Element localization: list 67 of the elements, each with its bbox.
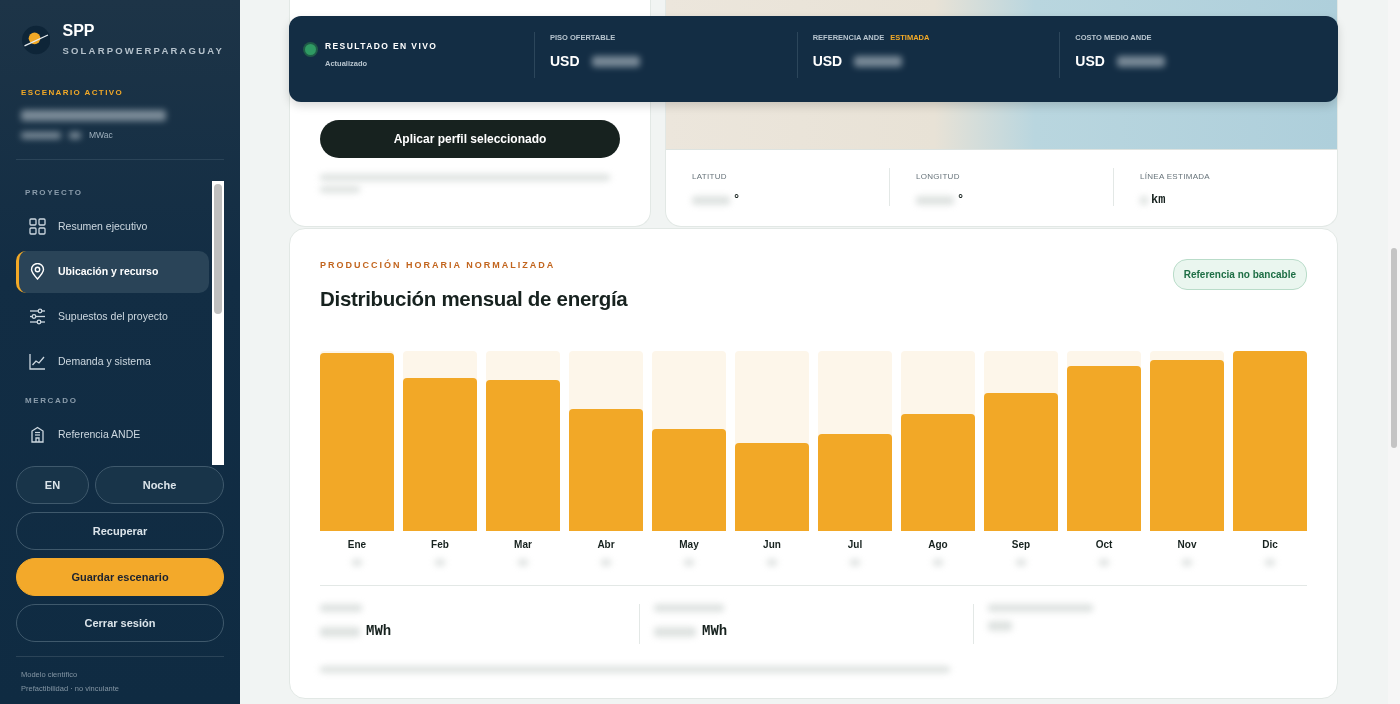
eyebrow-label: PRODUCCIÓN HORARIA NORMALIZADA bbox=[320, 259, 557, 272]
brand-name: SPP bbox=[62, 22, 96, 40]
section-label: PROYECTO bbox=[24, 186, 84, 199]
sun-logo-icon bbox=[22, 23, 51, 57]
nav-label: Ubicación y recurso bbox=[58, 263, 159, 279]
building-icon bbox=[29, 426, 46, 444]
nav-label: Supuestos del proyecto bbox=[58, 308, 168, 324]
blurred-text bbox=[854, 56, 903, 68]
blurred-text bbox=[591, 56, 640, 68]
month-label: Ago bbox=[928, 538, 948, 553]
month-label: Nov bbox=[1177, 538, 1197, 553]
month-label: Jun bbox=[763, 538, 781, 553]
apply-profile-button[interactable]: Aplicar perfil seleccionado bbox=[320, 120, 620, 158]
capacity-unit: MWac bbox=[89, 129, 113, 142]
month-label: May bbox=[679, 538, 699, 553]
scrollbar[interactable] bbox=[212, 180, 224, 465]
unit-label: ° bbox=[733, 192, 741, 209]
month-label: Oct bbox=[1095, 538, 1113, 553]
unit-label: ° bbox=[957, 192, 965, 209]
grid-icon bbox=[29, 218, 46, 236]
blurred-text bbox=[916, 195, 954, 205]
blurred-text bbox=[692, 195, 730, 205]
nav-label: Resumen ejecutivo bbox=[58, 218, 148, 234]
month-label: Dic bbox=[1262, 538, 1278, 553]
nav-item[interactable]: Resumen ejecutivo bbox=[16, 205, 209, 248]
nav-item[interactable]: Demanda y sistema bbox=[16, 340, 209, 383]
brand-tagline: SOLARPOWERPARAGUAY bbox=[62, 43, 224, 58]
field-label: LÍNEA ESTIMADA bbox=[1140, 171, 1211, 183]
nav-item[interactable]: Supuestos del proyecto bbox=[16, 295, 209, 338]
scrollbar[interactable] bbox=[1388, 0, 1400, 704]
nav-item[interactable]: Ubicación y recurso bbox=[16, 250, 209, 293]
blurred-text bbox=[21, 131, 61, 139]
section-label: MERCADO bbox=[24, 394, 79, 407]
nav-item[interactable]: Referencia ANDE bbox=[16, 413, 209, 456]
nav-label: Referencia ANDE bbox=[58, 426, 141, 442]
blurred-text bbox=[320, 604, 362, 613]
blurred-text bbox=[1116, 56, 1165, 68]
status-title: RESULTADO EN VIVO bbox=[325, 40, 438, 53]
unit-label: MWh bbox=[702, 622, 728, 642]
blurred-text bbox=[320, 626, 360, 637]
blurred-text bbox=[654, 626, 696, 637]
month-label: Feb bbox=[431, 538, 449, 553]
status-badge: Referencia no bancable bbox=[1172, 259, 1307, 290]
blurred-text bbox=[988, 621, 1012, 632]
month-label: Ene bbox=[347, 538, 367, 553]
currency-label: USD bbox=[812, 52, 843, 72]
blurred-text bbox=[69, 131, 81, 139]
theme-toggle[interactable]: Noche bbox=[95, 465, 224, 504]
sidebar-button[interactable]: Guardar escenario bbox=[16, 557, 224, 596]
sliders-icon bbox=[29, 308, 46, 326]
currency-label: USD bbox=[1075, 52, 1105, 72]
nav-label: Demanda y sistema bbox=[58, 353, 151, 369]
currency-label: USD bbox=[550, 52, 580, 72]
field-label: LONGITUD bbox=[916, 171, 961, 183]
month-label: Jul bbox=[847, 538, 863, 553]
unit-label: MWh bbox=[366, 622, 392, 642]
unit-label: km bbox=[1151, 192, 1166, 209]
map-pin-icon bbox=[29, 263, 46, 281]
field-label: LATITUD bbox=[692, 171, 728, 183]
month-label: Abr bbox=[597, 538, 615, 553]
section-label: ESCENARIO ACTIVO bbox=[20, 87, 125, 99]
month-label: Mar bbox=[514, 538, 532, 553]
blurred-text bbox=[654, 604, 724, 613]
line-chart-icon bbox=[29, 353, 46, 371]
month-label: Sep bbox=[1011, 538, 1031, 553]
language-toggle[interactable]: EN bbox=[16, 465, 89, 504]
card-title: Distribución mensual de energía bbox=[320, 285, 628, 312]
